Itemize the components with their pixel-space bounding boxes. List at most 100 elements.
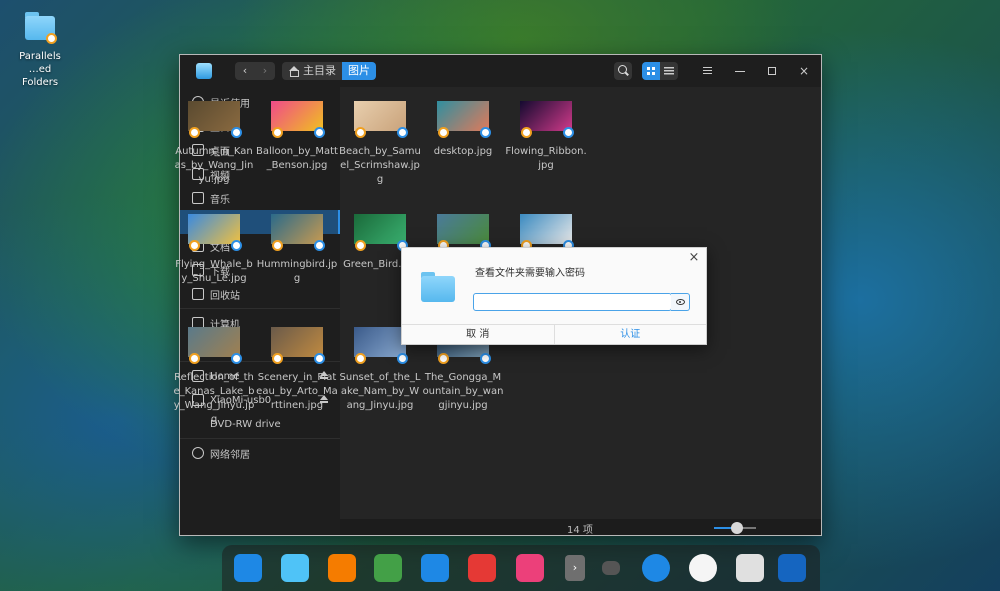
image-thumbnail [188,327,242,364]
file-name: Reflection_of_the_Kanas_Lake_by_Wang_Jin… [173,372,255,425]
list-view-button[interactable] [660,62,678,80]
maximize-icon [768,67,776,75]
file-item[interactable]: Flying_Whale_by_Shu_Le.jpg [173,200,255,286]
settings-icon[interactable] [516,554,544,582]
launcher-icon[interactable] [234,554,262,582]
media-icon[interactable] [778,554,806,582]
image-thumbnail [271,101,325,138]
image-thumbnail [271,327,325,364]
breadcrumb-label: 主目录 [303,64,336,77]
chrome-icon[interactable] [468,554,496,582]
file-item[interactable]: desktop.jpg [422,87,504,159]
forward-button[interactable]: › [255,62,275,80]
lock-badge-icon [189,127,200,138]
clock-icon[interactable] [689,554,717,582]
image-thumbnail [188,214,242,251]
lock-badge-icon [355,240,366,251]
image-thumbnail [520,214,574,251]
titlebar: ‹ › 主目录 图片 × [180,55,821,87]
file-manager-icon[interactable] [281,554,309,582]
list-icon [664,67,674,75]
breadcrumb-home[interactable]: 主目录 [282,62,342,80]
lock-badge-icon [438,353,449,364]
share-badge-icon [397,353,408,364]
lock-badge-icon [355,127,366,138]
keyboard-icon[interactable] [602,561,620,575]
close-button[interactable]: × [795,62,813,80]
grid-icon [647,67,655,75]
breadcrumb: 主目录 图片 [282,62,376,80]
lock-badge-icon [438,127,449,138]
file-item[interactable]: Flowing_Ribbon.jpg [505,87,587,173]
image-thumbnail [437,101,491,138]
lock-badge-icon [189,240,200,251]
power-icon[interactable] [642,554,670,582]
desktop-icon-label: Parallels …ed Folders [19,51,61,88]
file-name: desktop.jpg [433,146,493,157]
back-button[interactable]: ‹ [235,62,255,80]
lock-badge-icon [272,240,283,251]
image-thumbnail [271,214,325,251]
sidebar-item-label: 回收站 [210,290,240,302]
file-item[interactable]: Autumn_in_Kanas_by_Wang_Jinyu.jpg [173,87,255,187]
file-manager-logo-icon [196,63,212,79]
show-more-icon[interactable]: › [565,555,585,581]
image-thumbnail [354,327,408,364]
sidebar-divider [180,438,340,439]
file-item[interactable]: Balloon_by_Matt_Benson.jpg [256,87,338,173]
share-badge-icon [480,353,491,364]
share-badge-icon [314,353,325,364]
file-item[interactable]: Reflection_of_the_Kanas_Lake_by_Wang_Jin… [173,313,255,427]
authenticate-button[interactable]: 认证 [553,325,707,344]
maximize-button[interactable] [763,62,781,80]
network-icon [192,447,204,459]
share-badge-icon [314,240,325,251]
zoom-slider[interactable] [714,522,756,534]
share-badge-icon [231,353,242,364]
folder-icon [23,12,57,44]
search-icon[interactable] [614,62,632,80]
file-name: Hummingbird.jpg [256,259,338,284]
video-player-icon[interactable] [421,554,449,582]
sidebar-item[interactable]: 网络邻居 [180,441,340,465]
sidebar-divider [180,308,340,309]
lock-badge-icon [521,127,532,138]
image-thumbnail [354,214,408,251]
file-name: Flowing_Ribbon.jpg [505,146,587,171]
cancel-button[interactable]: 取 消 [402,325,554,344]
eye-icon [676,299,685,305]
lock-badge-icon [355,353,366,364]
zoom-slider-handle[interactable] [731,522,744,534]
nav-buttons: ‹ › [235,62,275,80]
minimize-button[interactable] [731,62,749,80]
trash-icon [192,288,204,300]
desktop-icon-parallels-shared-folders[interactable]: Parallels …ed Folders [12,12,68,89]
share-badge-icon [231,240,242,251]
image-thumbnail [520,101,574,138]
show-password-button[interactable] [671,293,690,311]
password-input[interactable] [473,293,672,311]
share-badge-icon [314,127,325,138]
share-badge-icon [231,127,242,138]
app-store-icon[interactable] [328,554,356,582]
music-player-icon[interactable] [374,554,402,582]
share-badge-icon [480,127,491,138]
file-name: Autumn_in_Kanas_by_Wang_Jinyu.jpg [174,146,254,185]
file-item[interactable]: Beach_by_Samuel_Scrimshaw.jpg [339,87,421,187]
file-name: Sunset_of_the_Lake_Nam_by_Wang_Jinyu.jpg [339,372,421,411]
menu-button[interactable] [699,62,717,80]
minimize-icon [735,71,745,72]
icon-view-button[interactable] [642,62,660,80]
view-toggle [642,62,678,80]
share-badge-icon [397,127,408,138]
file-item[interactable]: Hummingbird.jpg [256,200,338,286]
breadcrumb-pictures[interactable]: 图片 [342,62,376,80]
file-item[interactable]: Scenery_in_Plateau_by_Arto_Marttinen.jpg [256,313,338,413]
lock-badge-icon [272,127,283,138]
dialog-close-button[interactable]: × [688,251,700,264]
menu-icon [703,67,712,75]
status-bar: 14 项 [340,519,821,536]
image-thumbnail [188,101,242,138]
trash-icon[interactable] [736,554,764,582]
file-name: Beach_by_Samuel_Scrimshaw.jpg [339,146,421,185]
